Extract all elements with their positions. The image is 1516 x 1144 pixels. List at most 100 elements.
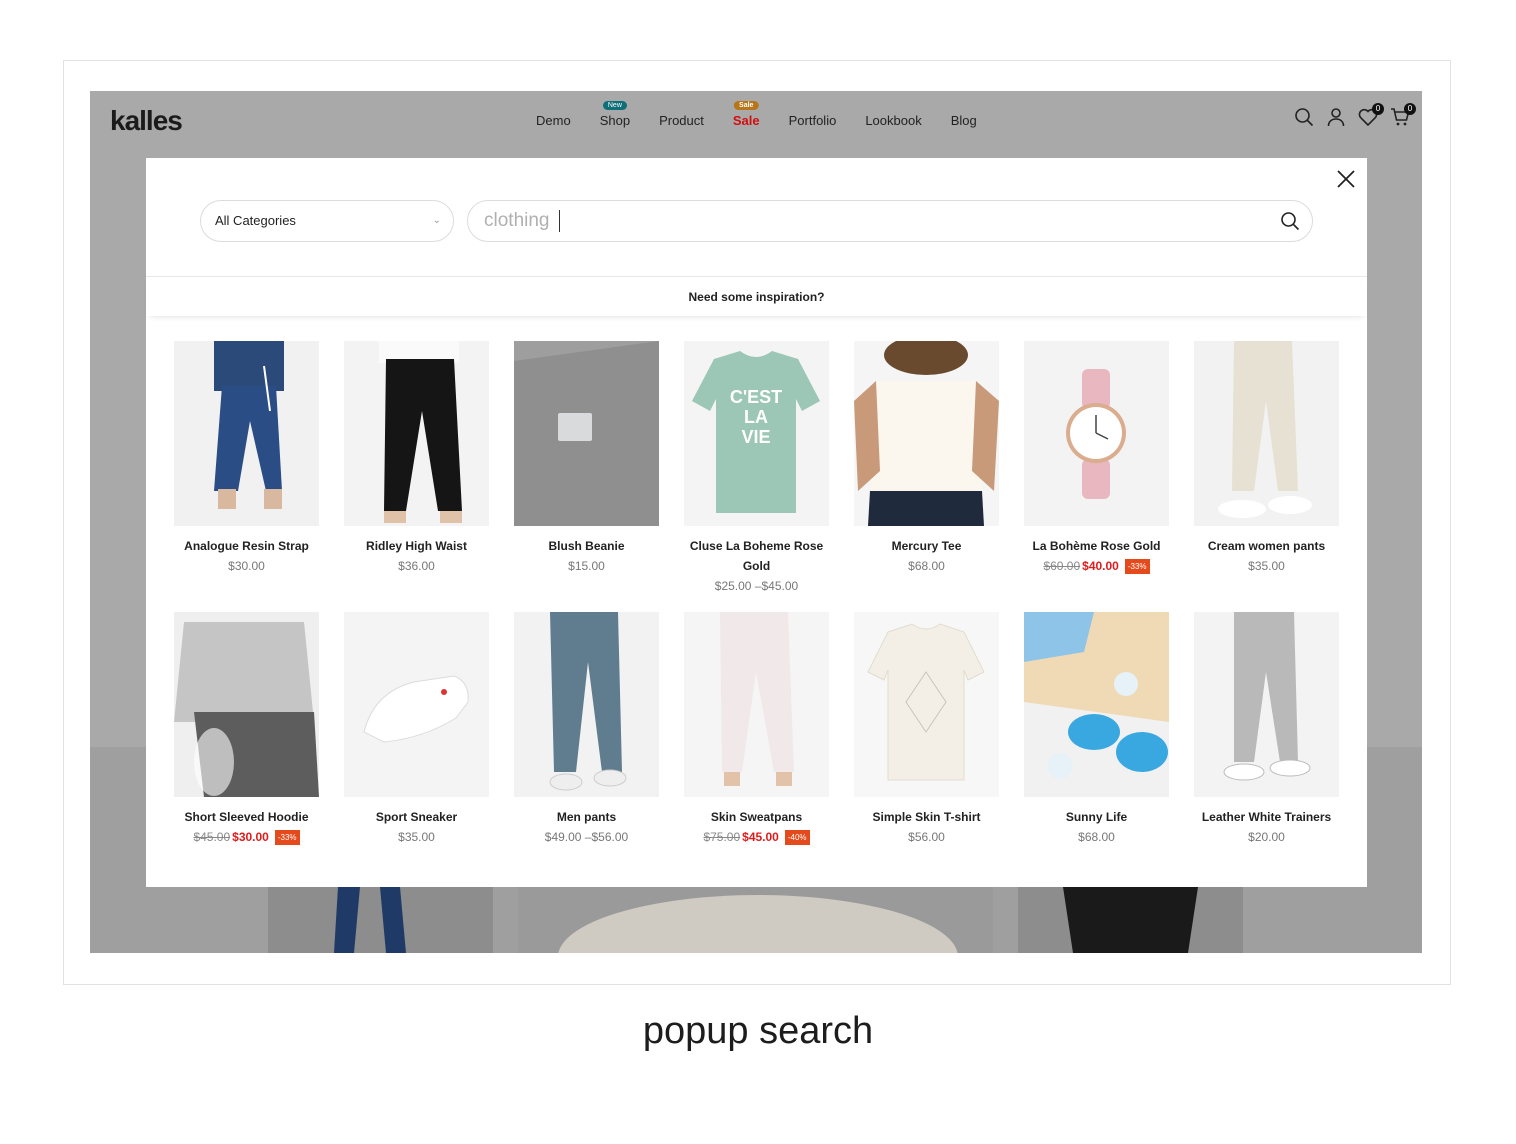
product-card[interactable]: Mercury Tee $68.00 [854, 341, 999, 612]
product-image[interactable] [854, 612, 999, 797]
product-name[interactable]: Simple Skin T-shirt [854, 807, 999, 827]
product-image[interactable] [854, 341, 999, 526]
header-icons: 0 0 [1294, 103, 1416, 129]
text-caret [559, 210, 560, 232]
product-card[interactable]: La Bohème Rose Gold $60.00 $40.00 -33% [1024, 341, 1169, 612]
product-price: $45.00 $30.00 -33% [174, 827, 319, 847]
product-image[interactable] [684, 612, 829, 797]
product-image[interactable] [174, 341, 319, 526]
chevron-down-icon: ⌄ [432, 215, 441, 226]
product-name[interactable]: Leather White Trainers [1194, 807, 1339, 827]
product-card[interactable]: Ridley High Waist $36.00 [344, 341, 489, 612]
inspiration-heading: Need some inspiration? [146, 276, 1367, 316]
wishlist-count: 0 [1372, 103, 1384, 115]
product-name[interactable]: Analogue Resin Strap [174, 536, 319, 556]
old-price: $60.00 [1043, 559, 1081, 573]
svg-text:LA: LA [744, 407, 768, 427]
search-popup: All Categories ⌄ Need some inspiration? … [146, 158, 1367, 887]
search-icon[interactable] [1294, 107, 1314, 129]
background-product-image [1018, 887, 1243, 953]
background-product-image [518, 887, 993, 953]
product-card[interactable]: Sunny Life $68.00 [1024, 612, 1169, 883]
new-badge: New [602, 101, 627, 110]
product-price: $30.00 [228, 559, 265, 573]
product-card[interactable]: Cream women pants $35.00 [1194, 341, 1339, 612]
product-price: $75.00 $45.00 -40% [684, 827, 829, 847]
product-card[interactable]: Short Sleeved Hoodie $45.00 $30.00 -33% [174, 612, 319, 883]
nav-item-sale[interactable]: Sale Sale [733, 101, 760, 128]
svg-text:VIE: VIE [741, 427, 770, 447]
product-price: $68.00 [1078, 830, 1115, 844]
product-price: $56.00 [908, 830, 945, 844]
sale-price: $40.00 [1082, 559, 1119, 573]
product-card[interactable]: Simple Skin T-shirt $56.00 [854, 612, 999, 883]
product-name[interactable]: Skin Sweatpans [684, 807, 829, 827]
product-card[interactable]: Leather White Trainers $20.00 [1194, 612, 1339, 883]
product-price: $35.00 [1248, 559, 1285, 573]
old-price: $75.00 [703, 830, 741, 844]
product-name[interactable]: Mercury Tee [854, 536, 999, 556]
product-card[interactable]: C'EST LA VIE Cluse La Boheme Rose Gold $25… [684, 341, 829, 612]
product-name[interactable]: Sport Sneaker [344, 807, 489, 827]
nav-item-blog[interactable]: Blog [951, 113, 977, 128]
product-grid: Analogue Resin Strap $30.00 Ridley High … [174, 341, 1344, 883]
product-price: $36.00 [398, 559, 435, 573]
caption: popup search [642, 1010, 874, 1052]
sale-price: $30.00 [232, 830, 269, 844]
product-name[interactable]: Sunny Life [1024, 807, 1169, 827]
product-image[interactable] [1194, 612, 1339, 797]
nav-item-demo[interactable]: Demo [536, 113, 571, 128]
product-image[interactable] [344, 612, 489, 797]
product-card[interactable]: Analogue Resin Strap $30.00 [174, 341, 319, 612]
search-field[interactable] [467, 200, 1313, 242]
close-icon[interactable] [1335, 168, 1357, 190]
product-card[interactable]: Skin Sweatpans $75.00 $45.00 -40% [684, 612, 829, 883]
product-name[interactable]: Men pants [514, 807, 659, 827]
nav-item-shop[interactable]: New Shop [600, 101, 630, 128]
category-select[interactable]: All Categories ⌄ [200, 200, 454, 242]
discount-badge: -40% [784, 830, 810, 846]
product-price: $49.00 –$56.00 [544, 830, 629, 844]
sale-price: $45.00 [742, 830, 779, 844]
product-card[interactable]: Blush Beanie $15.00 [514, 341, 659, 612]
nav-item-portfolio[interactable]: Portfolio [789, 113, 837, 128]
cart-count: 0 [1404, 103, 1416, 115]
product-image[interactable] [344, 341, 489, 526]
product-name[interactable]: Short Sleeved Hoodie [174, 807, 319, 827]
old-price: $45.00 [193, 830, 231, 844]
product-name[interactable]: Cluse La Boheme Rose Gold [684, 536, 829, 576]
product-image[interactable] [514, 341, 659, 526]
product-image[interactable] [1024, 612, 1169, 797]
cart-icon[interactable]: 0 [1390, 103, 1416, 129]
product-price: $60.00 $40.00 -33% [1024, 556, 1169, 576]
wishlist-heart-icon[interactable]: 0 [1358, 103, 1384, 129]
nav-item-lookbook[interactable]: Lookbook [865, 113, 921, 128]
product-image[interactable] [1194, 341, 1339, 526]
user-icon[interactable] [1326, 107, 1346, 129]
nav-item-product[interactable]: Product [659, 113, 704, 128]
site-header: kalles Demo New Shop Product Sale Sale P… [90, 91, 1422, 151]
search-icon[interactable] [1280, 211, 1300, 231]
discount-badge: -33% [274, 830, 300, 846]
product-price: $20.00 [1248, 830, 1285, 844]
product-name[interactable]: Blush Beanie [514, 536, 659, 556]
discount-badge: -33% [1124, 559, 1150, 575]
svg-text:C'EST: C'EST [730, 387, 782, 407]
product-name[interactable]: La Bohème Rose Gold [1024, 536, 1169, 556]
product-image[interactable] [174, 612, 319, 797]
product-card[interactable]: Men pants $49.00 –$56.00 [514, 612, 659, 883]
product-card[interactable]: Sport Sneaker $35.00 [344, 612, 489, 883]
product-image[interactable]: C'EST LA VIE [684, 341, 829, 526]
sale-badge: Sale [734, 101, 759, 110]
product-price: $68.00 [908, 559, 945, 573]
product-name[interactable]: Ridley High Waist [344, 536, 489, 556]
search-input[interactable] [484, 207, 1244, 235]
browser-screen: kalles Demo New Shop Product Sale Sale P… [90, 91, 1422, 953]
product-image[interactable] [514, 612, 659, 797]
product-price: $25.00 –$45.00 [714, 579, 799, 593]
product-name[interactable]: Cream women pants [1194, 536, 1339, 556]
main-nav: Demo New Shop Product Sale Sale Portfoli… [536, 101, 1006, 128]
product-price: $15.00 [568, 559, 605, 573]
site-logo[interactable]: kalles [110, 105, 183, 137]
product-image[interactable] [1024, 341, 1169, 526]
